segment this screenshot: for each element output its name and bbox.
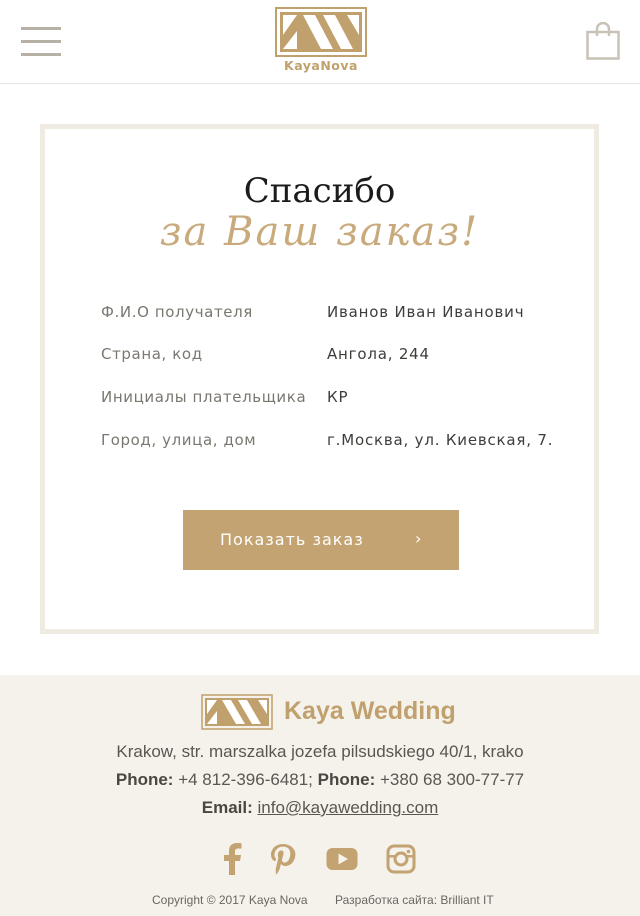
email-label: Email: [201, 798, 253, 817]
show-order-button-label: Показать заказ [220, 530, 364, 549]
phone-number[interactable]: +4 812-396-6481; [178, 770, 313, 789]
footer-logo[interactable] [201, 694, 273, 730]
logo-mark-icon [201, 694, 273, 730]
instagram-icon [386, 844, 416, 874]
footer-phones: Phone: +4 812-396-6481; Phone: +380 68 3… [0, 770, 640, 790]
instagram-link[interactable] [386, 843, 416, 875]
info-value: Иванов Иван Иванович [327, 303, 525, 321]
info-label: Инициалы плательщика [101, 388, 307, 406]
shopping-bag-icon [586, 21, 620, 60]
hamburger-menu-icon [21, 27, 61, 30]
info-row-address: Город, улица, дом г.Москва, ул. Киевская… [101, 431, 571, 455]
chevron-right-icon: › [415, 529, 423, 548]
info-label: Страна, код [101, 345, 203, 363]
info-row-country: Страна, код Ангола, 244 [101, 345, 571, 369]
phone-label: Phone: [115, 770, 174, 789]
header: KayaNova [0, 0, 640, 84]
pinterest-icon [271, 844, 296, 875]
kaya-nova-logo[interactable]: KayaNova [275, 7, 367, 75]
copyright-text: Copyright © 2017 Kaya Nova [152, 893, 308, 907]
logo-text: KayaNova [284, 58, 358, 73]
phone-label: Phone: [317, 770, 376, 789]
footer-email: Email: info@kayawedding.com [0, 798, 640, 818]
footer-brand-name: Kaya Wedding [284, 697, 456, 725]
pinterest-link[interactable] [269, 843, 299, 875]
info-row-recipient: Ф.И.О получателя Иванов Иван Иванович [101, 303, 571, 327]
thanks-subtitle: за Ваш заказ! [159, 209, 480, 255]
info-label: Город, улица, дом [101, 431, 257, 449]
info-value: КР [327, 388, 349, 406]
footer: Kaya Wedding Krakow, str. marszalka joze… [0, 675, 640, 916]
info-label: Ф.И.О получателя [101, 303, 253, 321]
info-value: г.Москва, ул. Киевская, 7. [327, 431, 554, 449]
order-confirmation-card: Спасибо за Ваш заказ! Ф.И.О получателя И… [40, 124, 599, 634]
info-row-payer-initials: Инициалы плательщика КР [101, 388, 571, 412]
facebook-icon [224, 843, 242, 875]
info-value: Ангола, 244 [327, 345, 430, 363]
show-order-button[interactable]: Показать заказ › [183, 510, 459, 570]
facebook-link[interactable] [218, 843, 248, 875]
menu-button[interactable] [21, 27, 61, 57]
developer-credit[interactable]: Разработка сайта: Brilliant IT [335, 893, 494, 907]
email-link[interactable]: info@kayawedding.com [258, 798, 439, 817]
youtube-icon [326, 848, 358, 870]
phone-number[interactable]: +380 68 300-77-77 [380, 770, 524, 789]
logo-mark-icon [275, 7, 367, 57]
youtube-link[interactable] [326, 843, 358, 875]
thanks-title: Спасибо [243, 171, 396, 211]
footer-address: Krakow, str. marszalka jozefa pilsudskie… [116, 742, 524, 761]
cart-button[interactable] [586, 21, 620, 60]
